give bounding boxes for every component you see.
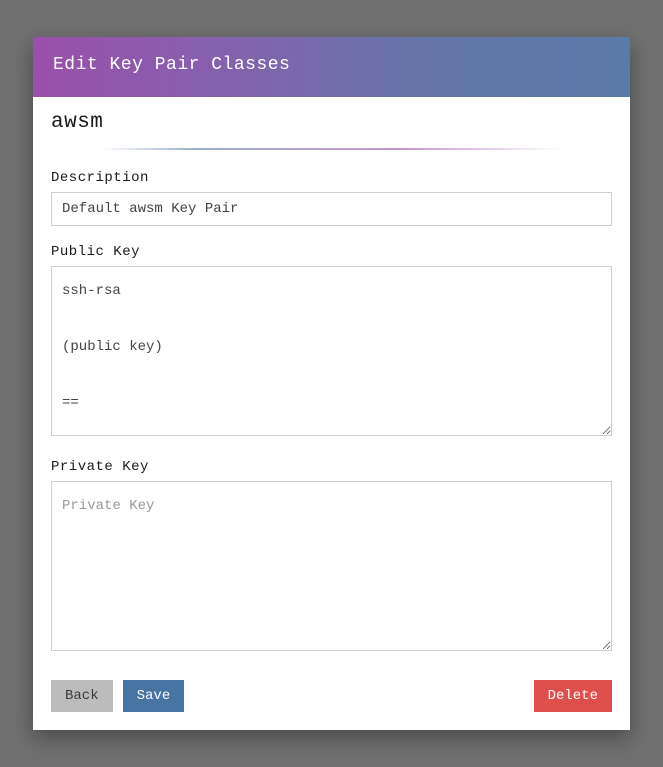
divider xyxy=(101,148,562,150)
description-label: Description xyxy=(51,170,612,186)
description-input[interactable] xyxy=(51,192,612,226)
delete-button[interactable]: Delete xyxy=(534,680,612,712)
card-body: awsm Description Public Key ssh-rsa (pub… xyxy=(33,97,630,730)
public-key-textarea[interactable]: ssh-rsa (public key) == xyxy=(51,266,612,436)
card-title: Edit Key Pair Classes xyxy=(53,55,610,75)
private-key-label: Private Key xyxy=(51,459,612,475)
save-button[interactable]: Save xyxy=(123,680,185,712)
button-row: Back Save Delete xyxy=(51,680,612,712)
edit-keypair-card: Edit Key Pair Classes awsm Description P… xyxy=(33,37,630,730)
keypair-name: awsm xyxy=(51,111,612,134)
private-key-textarea[interactable] xyxy=(51,481,612,651)
back-button[interactable]: Back xyxy=(51,680,113,712)
public-key-label: Public Key xyxy=(51,244,612,260)
card-header: Edit Key Pair Classes xyxy=(33,37,630,97)
button-left-group: Back Save xyxy=(51,680,184,712)
